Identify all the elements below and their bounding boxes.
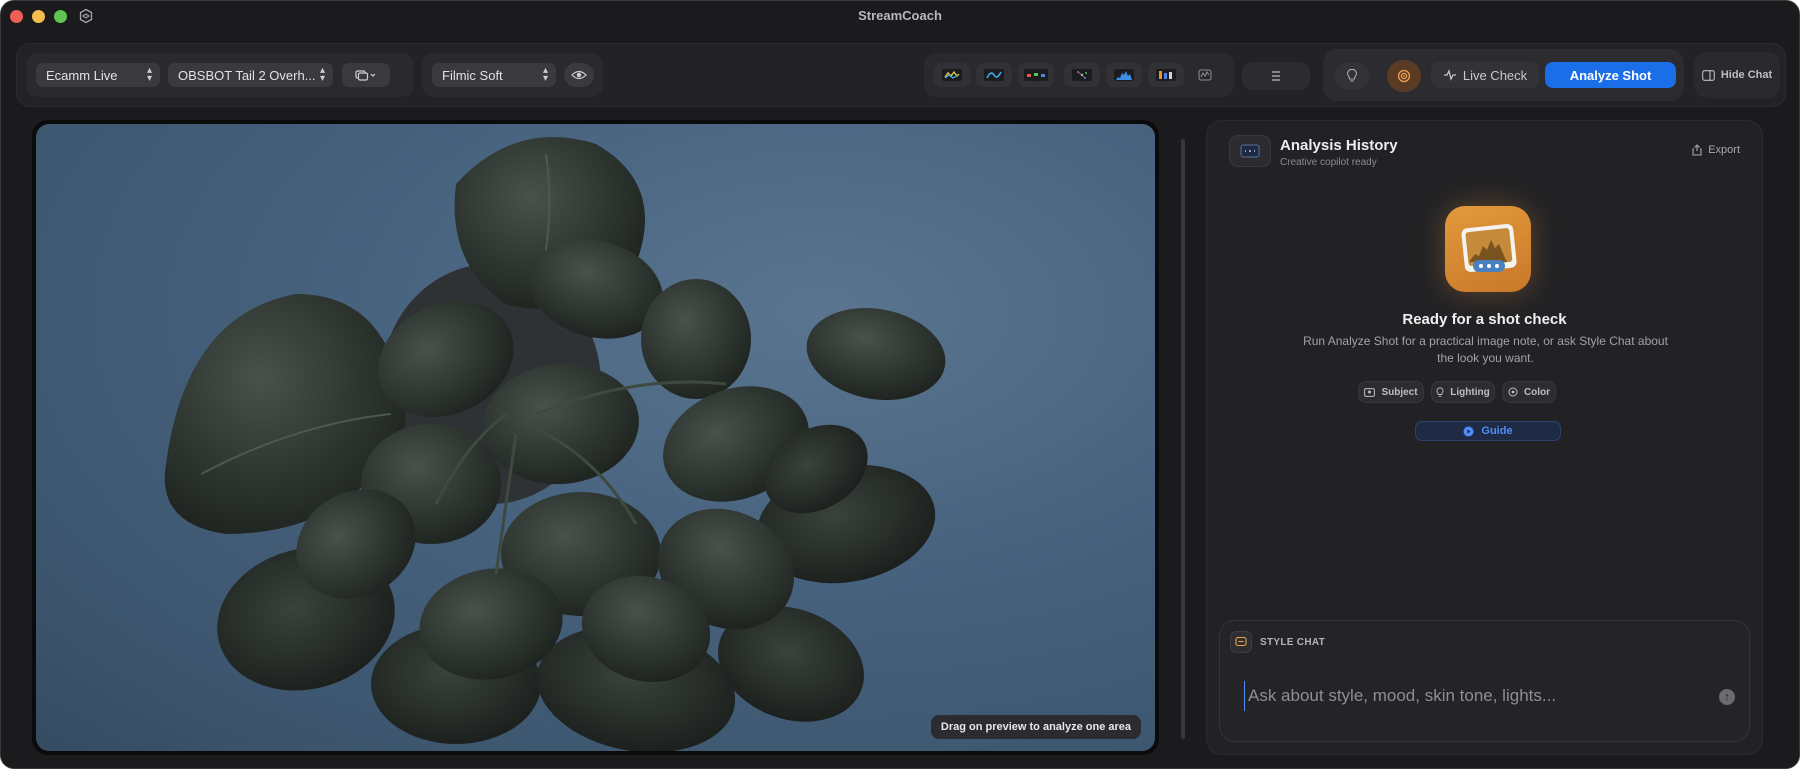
waveform-scope-icon [942, 69, 962, 81]
menu-group [1242, 62, 1310, 90]
guide-label: Guide [1481, 425, 1513, 437]
style-chat-box: STYLE CHAT ↑ [1219, 620, 1750, 742]
eye-icon [571, 70, 587, 80]
style-chat-icon [1230, 631, 1252, 653]
source-group: Ecamm Live ▴ ▾ OBSBOT Tail 2 Overh... ▴ ▾ [26, 53, 414, 97]
look-select[interactable]: Filmic Soft ▴ ▾ [432, 63, 556, 87]
analysis-panel: Analysis History Creative copilot ready … [1206, 120, 1763, 755]
analyze-shot-label: Analyze Shot [1569, 67, 1652, 83]
analyze-shot-button[interactable]: Analyze Shot [1545, 62, 1676, 88]
scopes-group [924, 53, 1234, 97]
updown-chevron-icon: ▴ ▾ [542, 65, 548, 84]
rgb-parade-icon [1024, 69, 1048, 81]
vectorscope-button[interactable] [1064, 63, 1100, 87]
false-color-icon [1156, 69, 1176, 81]
chip-subject[interactable]: Subject [1358, 381, 1424, 403]
record-focus-button[interactable] [1387, 60, 1421, 92]
chip-color[interactable]: Color [1502, 381, 1556, 403]
live-check-button[interactable]: Live Check [1431, 62, 1539, 88]
camera-preview-frame: Drag on preview to analyze one area [32, 120, 1159, 755]
lighting-tip-button[interactable] [1335, 62, 1369, 90]
look-select-value: Filmic Soft [442, 68, 503, 83]
lightbulb-icon [1436, 386, 1444, 397]
zebra-icon [1198, 69, 1212, 81]
updown-chevron-icon: ▴ ▾ [146, 65, 152, 84]
shot-check-icon [1445, 206, 1531, 292]
empty-state-title: Ready for a shot check [1402, 311, 1567, 328]
style-chat-label: STYLE CHAT [1260, 637, 1326, 648]
look-group: Filmic Soft ▴ ▾ [422, 53, 603, 97]
histogram-button[interactable] [1106, 63, 1142, 87]
source-select[interactable]: Ecamm Live ▴ ▾ [36, 63, 160, 87]
rgb-parade-button[interactable] [1018, 63, 1054, 87]
sidebar-icon [1701, 69, 1715, 81]
export-button[interactable]: Export [1692, 144, 1740, 156]
empty-state-text: Run Analyze Shot for a practical image n… [1303, 334, 1668, 365]
subject-icon [1364, 387, 1376, 397]
history-icon [1229, 135, 1271, 167]
guide-button[interactable]: Guide [1415, 421, 1561, 441]
chip-lighting[interactable]: Lighting [1431, 381, 1495, 403]
send-button[interactable]: ↑ [1719, 689, 1735, 705]
preview-hint: Drag on preview to analyze one area [930, 715, 1141, 739]
app-window: StreamCoach Ecamm Live ▴ ▾ OBSBOT Tail 2 … [0, 0, 1800, 769]
arrow-up-icon: ↑ [1724, 691, 1730, 703]
export-label: Export [1708, 144, 1740, 156]
camera-preview[interactable]: Drag on preview to analyze one area [36, 124, 1155, 751]
window-title: StreamCoach [858, 8, 942, 23]
color-icon [1508, 387, 1518, 397]
chip-color-label: Color [1523, 386, 1551, 398]
histogram-icon [1114, 69, 1134, 81]
waveform-scope-button[interactable] [934, 63, 970, 87]
camera-select-value: OBSBOT Tail 2 Overh... [178, 68, 316, 83]
chip-subject-label: Subject [1381, 386, 1418, 398]
panel-resize-handle[interactable] [1181, 139, 1185, 739]
vectorscope-icon [1072, 69, 1092, 81]
live-check-label: Live Check [1462, 67, 1528, 83]
play-circle-icon [1463, 426, 1474, 436]
camera-select[interactable]: OBSBOT Tail 2 Overh... ▴ ▾ [168, 63, 333, 87]
curve-scope-button[interactable] [976, 63, 1012, 87]
hide-chat-group: Hide Chat [1694, 52, 1780, 98]
curve-scope-icon [984, 69, 1004, 81]
lightbulb-icon [1347, 68, 1357, 82]
layers-icon [355, 70, 376, 81]
history-title: Analysis History [1280, 137, 1398, 154]
target-icon [1397, 69, 1411, 83]
false-color-button[interactable] [1148, 63, 1184, 87]
title-bar: StreamCoach [1, 1, 1799, 31]
zebra-button[interactable] [1190, 63, 1220, 87]
analyze-group: Live Check Analyze Shot [1323, 49, 1684, 101]
list-menu-icon[interactable] [1264, 68, 1288, 89]
chip-lighting-label: Lighting [1450, 386, 1490, 398]
plant-image [164, 137, 946, 751]
layout-menu-button[interactable] [342, 63, 390, 87]
pulse-icon [1443, 69, 1456, 81]
share-icon [1692, 144, 1702, 156]
toolbar: Ecamm Live ▴ ▾ OBSBOT Tail 2 Overh... ▴ ▾ … [16, 43, 1786, 107]
history-subtitle: Creative copilot ready [1280, 157, 1377, 168]
style-chat-input[interactable] [1244, 681, 1684, 711]
preview-look-toggle[interactable] [564, 63, 594, 87]
hide-chat-label: Hide Chat [1720, 69, 1773, 81]
source-select-value: Ecamm Live [46, 68, 118, 83]
hide-chat-button[interactable]: Hide Chat [1698, 61, 1776, 89]
updown-chevron-icon: ▴ ▾ [319, 65, 325, 84]
